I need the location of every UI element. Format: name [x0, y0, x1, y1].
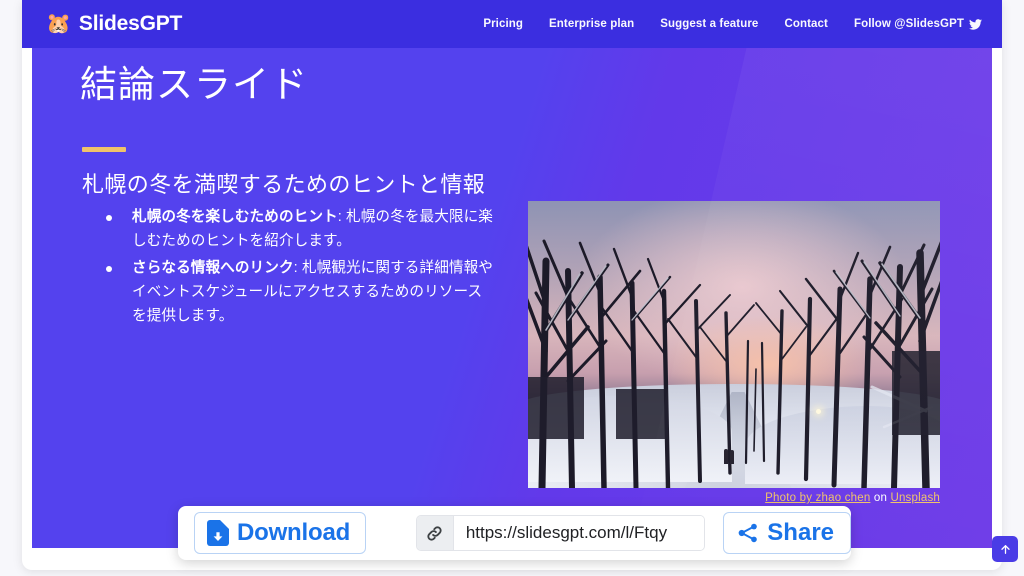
photo-credit-source-link[interactable]: Unsplash: [890, 492, 940, 504]
file-download-icon: [207, 520, 229, 546]
nav-link-suggest-a-feature[interactable]: Suggest a feature: [660, 18, 758, 30]
app-root: 🐹 SlidesGPT Pricing Enterprise plan Sugg…: [0, 0, 1024, 576]
share-url-input[interactable]: [454, 516, 704, 550]
bullet-lead-text: 札幌の冬を楽しむためのヒント: [132, 209, 338, 225]
photo-credit-middle: on: [874, 492, 887, 504]
list-item: 札幌の冬を楽しむためのヒント: 札幌の冬を最大限に楽しむためのヒントを紹介します…: [94, 206, 494, 253]
download-button-label: Download: [237, 520, 350, 546]
arrow-up-icon: [999, 543, 1012, 556]
nav-link-enterprise-plan[interactable]: Enterprise plan: [549, 18, 634, 30]
share-button-label: Share: [767, 520, 834, 546]
slide-title: 結論スライド: [80, 60, 308, 110]
nav-link-follow-twitter[interactable]: Follow @SlidesGPT: [854, 18, 982, 30]
photo-credit-author-link[interactable]: Photo by zhao chen: [765, 492, 870, 504]
scroll-to-top-button[interactable]: [992, 536, 1018, 562]
slide-subtitle: 札幌の冬を満喫するためのヒントと情報: [82, 167, 485, 199]
share-url-group: [416, 515, 705, 551]
photo-pedestrians: [724, 447, 735, 464]
share-nodes-icon: [737, 522, 759, 544]
share-button[interactable]: Share: [723, 512, 851, 554]
chain-link-icon: [417, 516, 454, 550]
photo-credit-author: zhao chen: [816, 492, 871, 504]
presentation-slide[interactable]: 結論スライド 札幌の冬を満喫するためのヒントと情報 札幌の冬を楽しむためのヒント…: [32, 48, 992, 548]
hamster-face-icon: 🐹: [46, 14, 71, 34]
bullet-lead-text: さらなる情報へのリンク: [132, 260, 294, 276]
slide-photo: [528, 201, 940, 488]
nav-link-contact[interactable]: Contact: [784, 18, 828, 30]
slide-bullet-list: 札幌の冬を楽しむためのヒント: 札幌の冬を最大限に楽しむためのヒントを紹介します…: [94, 206, 494, 332]
nav-links: Pricing Enterprise plan Suggest a featur…: [483, 18, 982, 30]
top-navigation-bar: 🐹 SlidesGPT Pricing Enterprise plan Sugg…: [22, 0, 1002, 48]
title-accent-rule: [82, 147, 126, 152]
brand-logo-group[interactable]: 🐹 SlidesGPT: [46, 12, 182, 36]
list-item: さらなる情報へのリンク: 札幌観光に関する詳細情報やイベントスケジュールにアクセ…: [94, 257, 494, 328]
photo-credit-prefix: Photo by: [765, 492, 812, 504]
brand-name: SlidesGPT: [79, 12, 182, 36]
download-button[interactable]: Download: [194, 512, 366, 554]
photo-street-lamp: [816, 409, 821, 414]
twitter-bird-icon: [969, 19, 982, 30]
nav-follow-label: Follow @SlidesGPT: [854, 18, 964, 30]
photo-snowbank-left: [528, 396, 732, 482]
slide-action-bar: Download Share: [178, 506, 851, 560]
nav-link-pricing[interactable]: Pricing: [483, 18, 523, 30]
photo-credit: Photo by zhao chen on Unsplash: [528, 492, 940, 504]
